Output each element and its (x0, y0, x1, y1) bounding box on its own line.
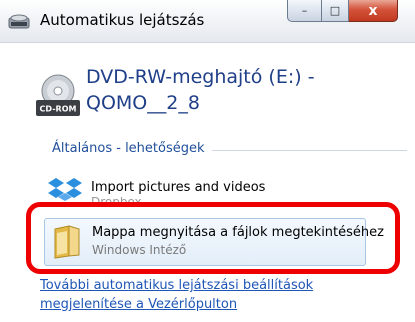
drive-title: DVD-RW-meghajtó (E:) - QOMO__2_8 (86, 64, 406, 116)
window-title: Automatikus lejátszás (40, 11, 205, 29)
drive-title-line2: QOMO__2_8 (86, 92, 200, 114)
autoplay-icon (8, 14, 30, 29)
close-button[interactable]: x (349, 0, 398, 22)
autoplay-window: Automatikus lejátszás – □ x CD-ROM DVD-R… (0, 0, 415, 322)
maximize-button[interactable]: □ (322, 0, 349, 22)
control-panel-link-line2[interactable]: megjelenítése a Vezérlőpulton (40, 297, 237, 312)
drive-title-line1: DVD-RW-meghajtó (E:) - (86, 66, 315, 88)
title-bar: Automatikus lejátszás – □ x (0, 0, 415, 43)
cd-rom-badge: CD-ROM (40, 105, 77, 114)
cd-rom-icon: CD-ROM (36, 74, 80, 118)
section-divider (212, 150, 407, 151)
option-import-label[interactable]: Import pictures and videos (91, 180, 265, 195)
highlight-annotation (26, 202, 400, 274)
section-heading: Általános - lehetőségek (52, 141, 205, 156)
control-panel-link-line1[interactable]: További automatikus lejátszási beállítás… (40, 278, 313, 293)
window-controls: – □ x (287, 0, 398, 22)
minimize-button[interactable]: – (287, 0, 322, 22)
dropbox-icon[interactable] (46, 177, 84, 201)
